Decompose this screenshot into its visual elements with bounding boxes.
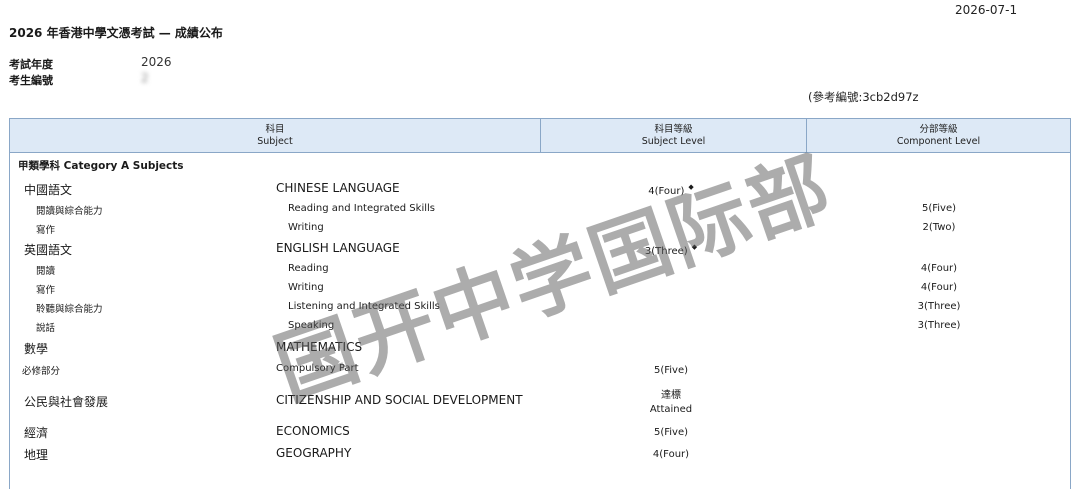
component-level: 2(Two): [922, 222, 956, 233]
component-name-zh: 必修部分: [22, 366, 61, 377]
subject-name-zh: 經濟: [24, 426, 49, 440]
subject-level: Attained: [649, 404, 693, 415]
column-header-zh: 科目等級: [654, 124, 693, 135]
subject-name-zh: 公民與社會發展: [24, 395, 109, 409]
component-name-en: Reading: [288, 263, 329, 274]
subject-level-zh: 達標: [661, 390, 681, 401]
diamond-icon: ◆: [688, 183, 694, 191]
page-title: 2026 年香港中學文憑考試 — 成績公布: [9, 26, 223, 40]
component-name-en: Compulsory Part: [276, 363, 359, 374]
subject-name-en: CHINESE LANGUAGE: [276, 181, 400, 195]
category-heading: 甲類學科 Category A Subjects: [18, 160, 184, 172]
subject-name-en: ECONOMICS: [276, 424, 350, 438]
print-date: 2026-07-1: [955, 3, 1018, 17]
subject-level: 5(Five): [653, 427, 689, 438]
component-name-zh: 聆聽與綜合能力: [36, 304, 103, 315]
subject-name-en: GEOGRAPHY: [276, 446, 352, 460]
subject-name-en: ENGLISH LANGUAGE: [276, 241, 400, 255]
component-name-en: Writing: [288, 222, 324, 233]
subject-level: 3(Three) ◆: [542, 243, 800, 257]
column-header-subject: 科目 Subject: [10, 119, 541, 152]
component-level: 4(Four): [920, 263, 958, 274]
component-name-zh: 寫作: [36, 285, 56, 296]
candidate-number-label: 考生編號: [9, 74, 53, 87]
column-header-en: Component Level: [896, 136, 981, 147]
subject-name-zh: 英國語文: [24, 243, 73, 257]
component-name-zh: 閱讀: [36, 266, 56, 277]
subject-level: 4(Four): [652, 449, 690, 460]
column-header-zh: 科目: [265, 124, 285, 135]
column-header-en: Subject Level: [641, 136, 706, 147]
component-name-en: Writing: [288, 282, 324, 293]
table-header: 科目 Subject 科目等級 Subject Level 分部等級 Compo…: [10, 119, 1070, 153]
diamond-icon: ◆: [691, 243, 698, 251]
column-header-en: Subject: [257, 136, 293, 147]
column-header-component-level: 分部等級 Component Level: [807, 119, 1070, 152]
subject-name-zh: 中國語文: [24, 183, 73, 197]
component-name-zh: 寫作: [36, 225, 56, 236]
column-header-subject-level: 科目等級 Subject Level: [541, 119, 807, 152]
component-name-en: Listening and Integrated Skills: [288, 301, 440, 312]
column-header-zh: 分部等級: [919, 124, 958, 135]
subject-level-value: 4(Four): [648, 186, 685, 197]
exam-year-label: 考試年度: [9, 58, 53, 71]
component-name-en: Reading and Integrated Skills: [288, 203, 435, 214]
component-level: 5(Five): [921, 203, 957, 214]
subject-name-zh: 地理: [24, 448, 49, 462]
exam-year-value: 2026: [141, 55, 172, 69]
candidate-number-value: 2: [141, 71, 149, 85]
component-name-zh: 說話: [36, 323, 56, 334]
component-level: 4(Four): [920, 282, 958, 293]
component-level: 3(Three): [917, 320, 961, 331]
subject-name-en: CITIZENSHIP AND SOCIAL DEVELOPMENT: [276, 393, 523, 407]
subject-level: 5(Five): [653, 365, 689, 376]
subject-level-value: 3(Three): [644, 246, 688, 257]
subject-level: 4(Four) ◆: [542, 183, 800, 197]
reference-number: (參考編號:3cb2d97z: [808, 90, 919, 104]
component-name-en: Speaking: [288, 320, 335, 331]
subject-name-en: MATHEMATICS: [276, 340, 363, 354]
subject-name-zh: 數學: [24, 342, 49, 356]
component-name-zh: 閱讀與綜合能力: [36, 206, 103, 217]
component-level: 3(Three): [917, 301, 961, 312]
